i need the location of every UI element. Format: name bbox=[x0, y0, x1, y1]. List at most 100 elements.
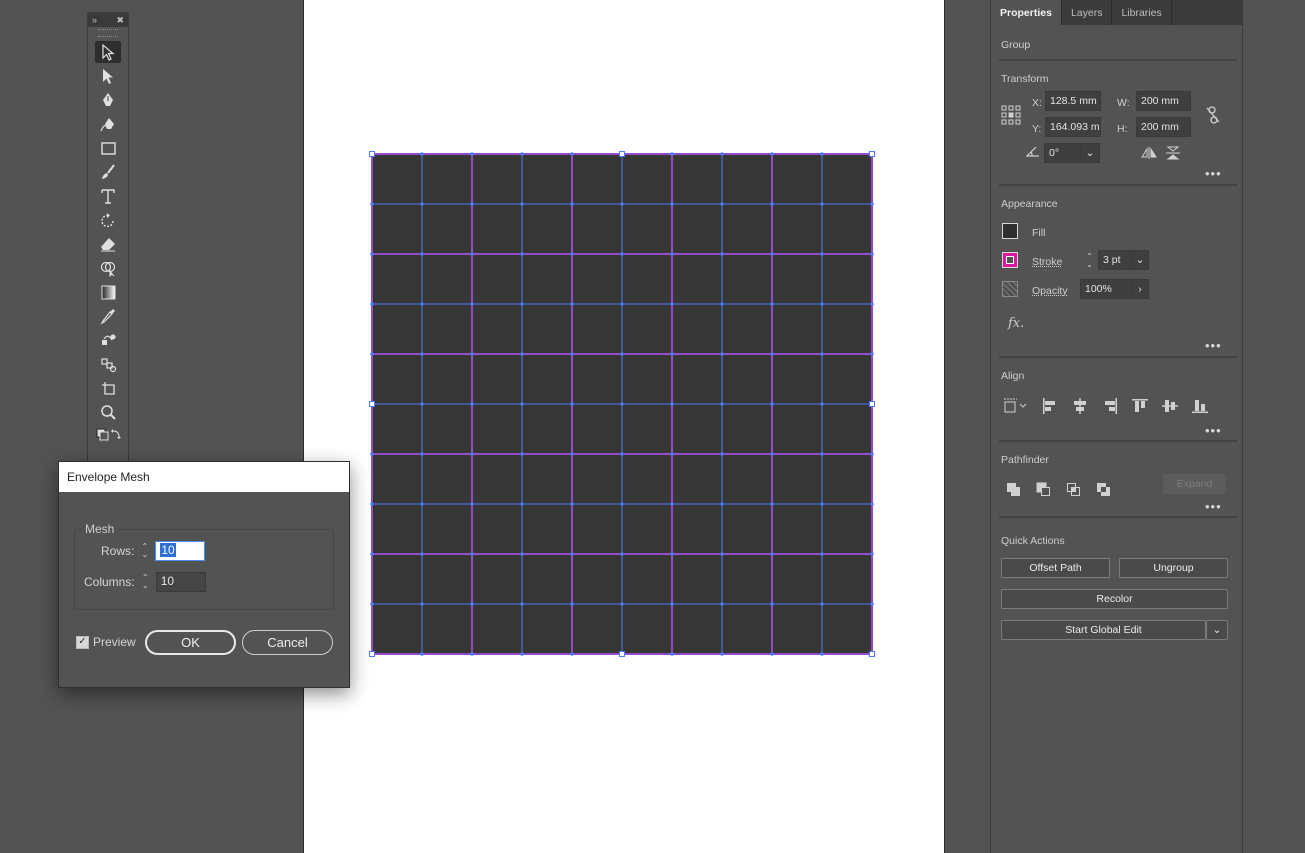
tab-properties[interactable]: Properties bbox=[991, 0, 1062, 25]
fx-icon[interactable]: fx. bbox=[1008, 316, 1024, 331]
x-field[interactable]: 128.5 mm bbox=[1045, 91, 1101, 111]
chevron-down-icon: ⌄ bbox=[1085, 147, 1095, 159]
tab-layers[interactable]: Layers bbox=[1062, 0, 1113, 25]
offset-path-button[interactable]: Offset Path bbox=[1001, 558, 1110, 578]
opacity-label[interactable]: Opacity bbox=[1032, 285, 1068, 297]
opacity-arrow[interactable]: › bbox=[1131, 279, 1149, 299]
rotate-dropdown[interactable]: ⌄ bbox=[1080, 143, 1100, 163]
blend-tool[interactable] bbox=[95, 329, 121, 351]
constrain-proportions-icon[interactable] bbox=[1204, 105, 1222, 125]
rotate-angle-icon bbox=[1025, 144, 1041, 158]
chevron-down-icon[interactable]: ⌄ bbox=[142, 582, 149, 590]
rectangle-tool[interactable] bbox=[95, 137, 121, 159]
global-edit-dropdown[interactable]: ⌄ bbox=[1206, 620, 1228, 640]
divider bbox=[999, 184, 1237, 186]
toolbar-grip[interactable] bbox=[98, 29, 118, 37]
eraser-icon bbox=[101, 238, 115, 252]
envelope-mesh-dialog: Envelope Mesh Mesh Rows: ⌃ ⌄ 10 Columns: … bbox=[58, 461, 350, 688]
ok-button[interactable]: OK bbox=[145, 630, 236, 655]
rows-input[interactable]: 10 bbox=[155, 541, 206, 561]
curvature-icon bbox=[100, 118, 114, 132]
columns-input[interactable]: 10 bbox=[155, 572, 206, 592]
opacity-field[interactable]: 100% bbox=[1080, 279, 1132, 299]
pathfinder-more-icon[interactable]: ••• bbox=[1205, 500, 1222, 513]
align-left-icon[interactable] bbox=[1041, 397, 1059, 415]
fill-swatch[interactable] bbox=[1002, 223, 1018, 239]
zoom-tool[interactable] bbox=[95, 401, 121, 423]
dialog-title[interactable]: Envelope Mesh bbox=[59, 462, 349, 492]
stroke-weight-field[interactable]: 3 pt bbox=[1098, 250, 1134, 270]
swap-fill-stroke-icon bbox=[96, 428, 121, 441]
symbol-sprayer-tool[interactable] bbox=[95, 353, 121, 375]
h-field[interactable]: 200 mm bbox=[1136, 117, 1191, 137]
rotate-field[interactable]: 0° bbox=[1044, 143, 1082, 163]
flip-horizontal-icon[interactable] bbox=[1141, 146, 1157, 160]
stroke-label[interactable]: Stroke bbox=[1032, 256, 1062, 268]
rows-stepper[interactable]: ⌃ ⌄ bbox=[138, 541, 151, 561]
w-field[interactable]: 200 mm bbox=[1136, 91, 1191, 111]
divider bbox=[999, 440, 1237, 442]
align-vertical-center-icon[interactable] bbox=[1161, 397, 1179, 415]
stroke-swatch-inner bbox=[1006, 256, 1014, 264]
close-icon[interactable]: ✖ bbox=[116, 15, 124, 26]
preview-label[interactable]: Preview bbox=[93, 635, 136, 649]
reference-point-icon[interactable] bbox=[1001, 105, 1021, 125]
unite-icon[interactable] bbox=[1005, 481, 1023, 499]
preview-checkbox[interactable]: ✓ bbox=[76, 635, 89, 649]
flip-vertical-icon[interactable] bbox=[1165, 146, 1181, 160]
appearance-title: Appearance bbox=[1001, 198, 1058, 210]
stroke-stepper[interactable]: ⌃ ⌄ bbox=[1083, 251, 1096, 271]
checkmark-icon: ✓ bbox=[78, 636, 87, 647]
align-to-selection-icon[interactable] bbox=[1003, 397, 1029, 415]
curvature-tool[interactable] bbox=[95, 113, 121, 135]
align-more-icon[interactable]: ••• bbox=[1205, 424, 1222, 437]
intersect-icon[interactable] bbox=[1065, 481, 1083, 499]
divider bbox=[999, 59, 1237, 61]
gradient-tool[interactable] bbox=[95, 281, 121, 303]
align-right-icon[interactable] bbox=[1101, 397, 1119, 415]
paintbrush-icon bbox=[102, 164, 115, 179]
toolbar-header: » ✖ bbox=[88, 13, 128, 27]
tab-libraries[interactable]: Libraries bbox=[1112, 0, 1172, 25]
align-horizontal-center-icon[interactable] bbox=[1071, 397, 1089, 415]
transform-more-icon[interactable]: ••• bbox=[1205, 167, 1222, 180]
eraser-tool[interactable] bbox=[95, 233, 121, 255]
collapse-icon[interactable]: » bbox=[92, 15, 97, 25]
fill-label[interactable]: Fill bbox=[1032, 227, 1045, 239]
group-object[interactable] bbox=[372, 154, 872, 654]
chevron-down-icon[interactable]: ⌄ bbox=[1086, 261, 1093, 269]
selection-icon bbox=[102, 43, 115, 61]
shape-builder-tool[interactable] bbox=[95, 257, 121, 279]
cancel-button[interactable]: Cancel bbox=[242, 630, 333, 655]
pen-tool[interactable] bbox=[95, 89, 121, 111]
minus-front-icon[interactable] bbox=[1035, 481, 1053, 499]
ungroup-button[interactable]: Ungroup bbox=[1119, 558, 1228, 578]
align-bottom-icon[interactable] bbox=[1191, 397, 1209, 415]
align-top-icon[interactable] bbox=[1131, 397, 1149, 415]
fill-stroke-swap[interactable] bbox=[95, 425, 121, 447]
blend-icon bbox=[102, 334, 116, 345]
quick-actions-title: Quick Actions bbox=[1001, 535, 1065, 547]
eyedropper-tool[interactable] bbox=[95, 305, 121, 327]
rotate-tool[interactable] bbox=[95, 209, 121, 231]
columns-stepper[interactable]: ⌃ ⌄ bbox=[139, 572, 152, 592]
y-label: Y: bbox=[1032, 123, 1042, 135]
columns-row: Columns: ⌃ ⌄ 10 bbox=[84, 572, 206, 592]
stroke-weight-dropdown[interactable]: ⌄ bbox=[1131, 250, 1149, 270]
stroke-swatch[interactable] bbox=[1002, 252, 1018, 268]
selection-tool[interactable] bbox=[95, 41, 121, 63]
y-field[interactable]: 164.093 mr bbox=[1045, 117, 1101, 137]
artboard-tool[interactable] bbox=[95, 377, 121, 399]
direct-selection-tool[interactable] bbox=[95, 65, 121, 87]
type-tool[interactable] bbox=[95, 185, 121, 207]
chevron-down-icon: ⌄ bbox=[1212, 624, 1222, 636]
recolor-button[interactable]: Recolor bbox=[1001, 589, 1228, 609]
symbol-sprayer-icon bbox=[101, 358, 117, 373]
appearance-more-icon[interactable]: ••• bbox=[1205, 339, 1222, 352]
divider bbox=[999, 516, 1237, 518]
exclude-icon[interactable] bbox=[1095, 481, 1113, 499]
paintbrush-tool[interactable] bbox=[95, 161, 121, 183]
start-global-edit-button[interactable]: Start Global Edit bbox=[1001, 620, 1206, 640]
chevron-down-icon[interactable]: ⌄ bbox=[141, 551, 148, 559]
expand-button[interactable]: Expand bbox=[1163, 474, 1226, 494]
